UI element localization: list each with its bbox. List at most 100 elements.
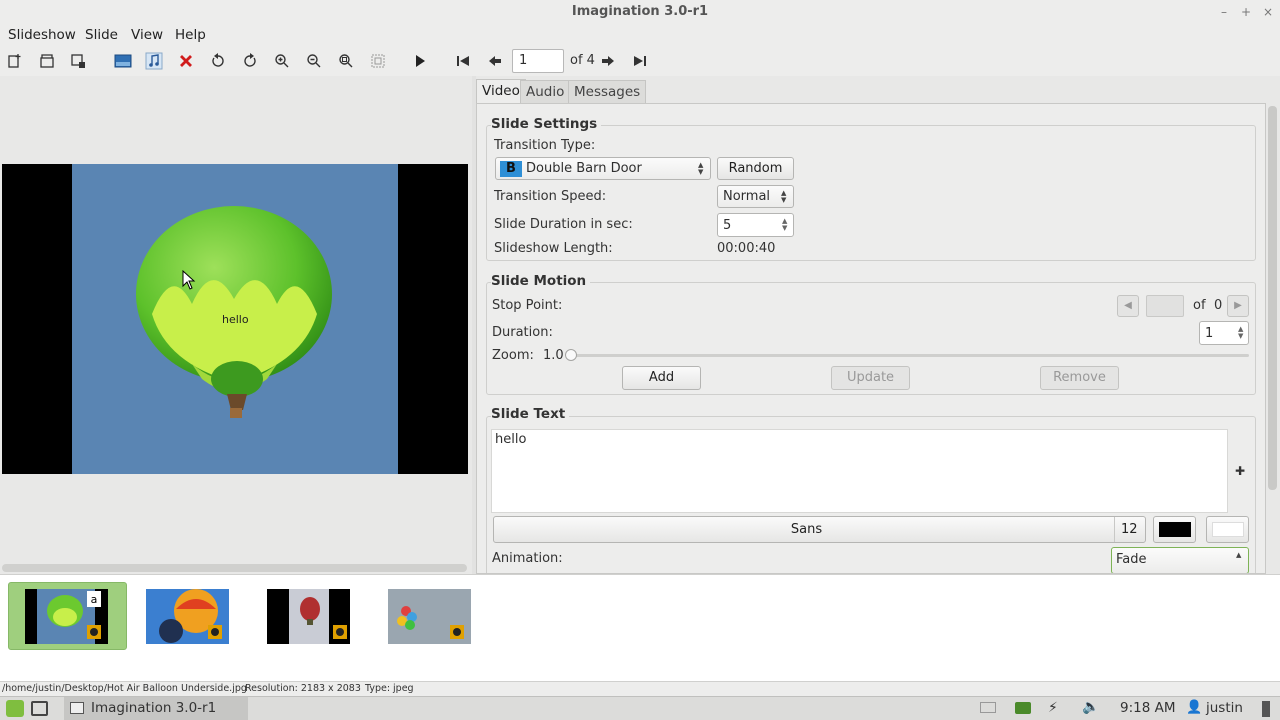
slide-duration-label: Slide Duration in sec: — [494, 217, 633, 232]
slide-preview[interactable]: hello — [2, 164, 468, 474]
slideshow-length-value: 00:00:40 — [717, 241, 776, 256]
animation-label: Animation: — [492, 551, 563, 566]
panel-vertical-scrollbar[interactable] — [1268, 106, 1277, 490]
zoom-fit-icon[interactable] — [334, 50, 358, 72]
tab-messages[interactable]: Messages — [568, 80, 647, 103]
motion-duration-label: Duration: — [492, 325, 553, 340]
background-color-swatch — [1212, 522, 1244, 537]
menu-help[interactable]: Help — [175, 26, 206, 44]
tab-audio[interactable]: Audio — [520, 80, 571, 103]
zoom-slider-track[interactable] — [569, 354, 1249, 357]
menu-logo-icon[interactable] — [6, 700, 24, 717]
next-slide-icon[interactable] — [596, 50, 620, 72]
move-handle-icon[interactable]: ✚ — [1235, 464, 1245, 478]
import-pictures-icon[interactable] — [111, 50, 135, 72]
motion-duration-spinner[interactable]: 1 ▲ ▼ — [1199, 321, 1249, 345]
import-music-icon[interactable] — [142, 50, 166, 72]
update-button[interactable]: Update — [831, 366, 910, 390]
font-name: Sans — [790, 522, 823, 537]
slide-thumbnail-1[interactable]: a — [25, 589, 108, 644]
background-color-button[interactable] — [1206, 516, 1249, 543]
updown-arrows-icon: ▲ ▼ — [781, 189, 787, 204]
animation-select[interactable]: Fade ▲ — [1111, 547, 1249, 573]
slide-duration-spinner[interactable]: 5 ▲ ▼ — [717, 213, 794, 237]
video-tab-panel: Slide Settings Transition Type: B Double… — [476, 103, 1266, 574]
transition-type-select[interactable]: B Double Barn Door ▲ ▼ — [495, 157, 711, 180]
user-icon: 👤 — [1186, 700, 1203, 715]
animation-value: Fade — [1116, 552, 1147, 567]
slide-text-title: Slide Text — [491, 406, 570, 422]
transition-icon: B — [500, 161, 522, 177]
slide-text-area[interactable]: hello — [491, 429, 1228, 513]
svg-text:a: a — [91, 593, 98, 606]
save-slideshow-icon[interactable] — [67, 50, 91, 72]
zoom-out-icon[interactable] — [302, 50, 326, 72]
slide-thumbnail-2[interactable] — [146, 589, 229, 644]
user-name[interactable]: justin — [1206, 700, 1243, 716]
balloon-image: hello — [72, 164, 398, 474]
menu-slide[interactable]: Slide — [85, 26, 118, 44]
spin-arrows-icon[interactable]: ▲ ▼ — [1238, 326, 1243, 340]
slide-count-label: of 4 — [570, 53, 595, 68]
stop-point-input[interactable] — [1146, 295, 1184, 317]
stop-point-prev-button[interactable]: ◀ — [1117, 295, 1139, 317]
menu-slideshow[interactable]: Slideshow — [8, 26, 76, 44]
font-size: 12 — [1121, 522, 1138, 537]
minimize-button[interactable]: – — [1214, 0, 1234, 24]
font-divider — [1114, 517, 1115, 542]
text-color-button[interactable] — [1153, 516, 1196, 543]
transition-speed-select[interactable]: Normal ▲ ▼ — [717, 185, 794, 208]
slide-motion-title: Slide Motion — [491, 273, 591, 289]
stop-point-next-button[interactable]: ▶ — [1227, 295, 1249, 317]
slide-number-input[interactable]: 1 — [512, 49, 564, 73]
preview-overlay-text: hello — [222, 313, 249, 326]
transition-type-value: Double Barn Door — [526, 161, 642, 176]
app-window-icon — [70, 702, 84, 714]
text-color-swatch — [1159, 522, 1191, 537]
last-slide-icon[interactable] — [628, 50, 652, 72]
menu-view[interactable]: View — [131, 26, 163, 44]
show-desktop-icon[interactable] — [31, 701, 48, 716]
zoom-slider-handle[interactable] — [565, 349, 577, 361]
add-button[interactable]: Add — [622, 366, 701, 390]
clock[interactable]: 9:18 AM — [1120, 700, 1176, 716]
transition-speed-label: Transition Speed: — [494, 189, 607, 204]
slide-thumbnail-3[interactable] — [267, 589, 350, 644]
font-selector-button[interactable]: Sans 12 — [493, 516, 1146, 543]
transition-speed-value: Normal — [723, 189, 771, 204]
close-window-button[interactable]: × — [1258, 0, 1278, 24]
random-button[interactable]: Random — [717, 157, 794, 180]
remove-button[interactable]: Remove — [1040, 366, 1119, 390]
tab-video[interactable]: Video — [476, 79, 526, 104]
preview-horizontal-scrollbar[interactable] — [2, 564, 467, 572]
motion-duration-value: 1 — [1205, 326, 1214, 341]
open-slideshow-icon[interactable] — [35, 50, 59, 72]
stop-point-of-label: of — [1193, 298, 1206, 313]
mail-icon[interactable] — [980, 702, 996, 713]
rotate-right-icon[interactable] — [238, 50, 262, 72]
zoom-value: 1.0 — [543, 348, 564, 363]
status-type: Type: jpeg — [365, 683, 414, 694]
slide-duration-value: 5 — [723, 218, 732, 233]
network-icon[interactable]: ⚡ — [1048, 700, 1058, 716]
window-title: Imagination 3.0-r1 — [0, 0, 1280, 24]
first-slide-icon[interactable] — [451, 50, 475, 72]
status-bar: /home/justin/Desktop/Hot Air Balloon Und… — [0, 682, 1280, 696]
zoom-label: Zoom: — [492, 348, 534, 363]
zoom-in-icon[interactable] — [270, 50, 294, 72]
delete-slide-icon[interactable] — [174, 50, 198, 72]
maximize-button[interactable]: + — [1236, 0, 1256, 24]
new-slideshow-icon[interactable] — [3, 50, 27, 72]
taskbar-handle-icon — [1262, 701, 1270, 717]
slide-thumbnail-4[interactable] — [388, 589, 471, 644]
taskbar-app-button[interactable]: Imagination 3.0-r1 — [64, 697, 248, 720]
spin-arrows-icon[interactable]: ▲ ▼ — [782, 218, 787, 232]
rotate-left-icon[interactable] — [206, 50, 230, 72]
play-icon[interactable] — [408, 50, 432, 72]
zoom-normal-icon[interactable] — [366, 50, 390, 72]
battery-icon[interactable] — [1015, 702, 1031, 714]
previous-slide-icon[interactable] — [483, 50, 507, 72]
volume-icon[interactable]: 🔈 — [1082, 699, 1099, 715]
slide-text-content: hello — [495, 432, 527, 447]
stop-point-label: Stop Point: — [492, 298, 563, 313]
